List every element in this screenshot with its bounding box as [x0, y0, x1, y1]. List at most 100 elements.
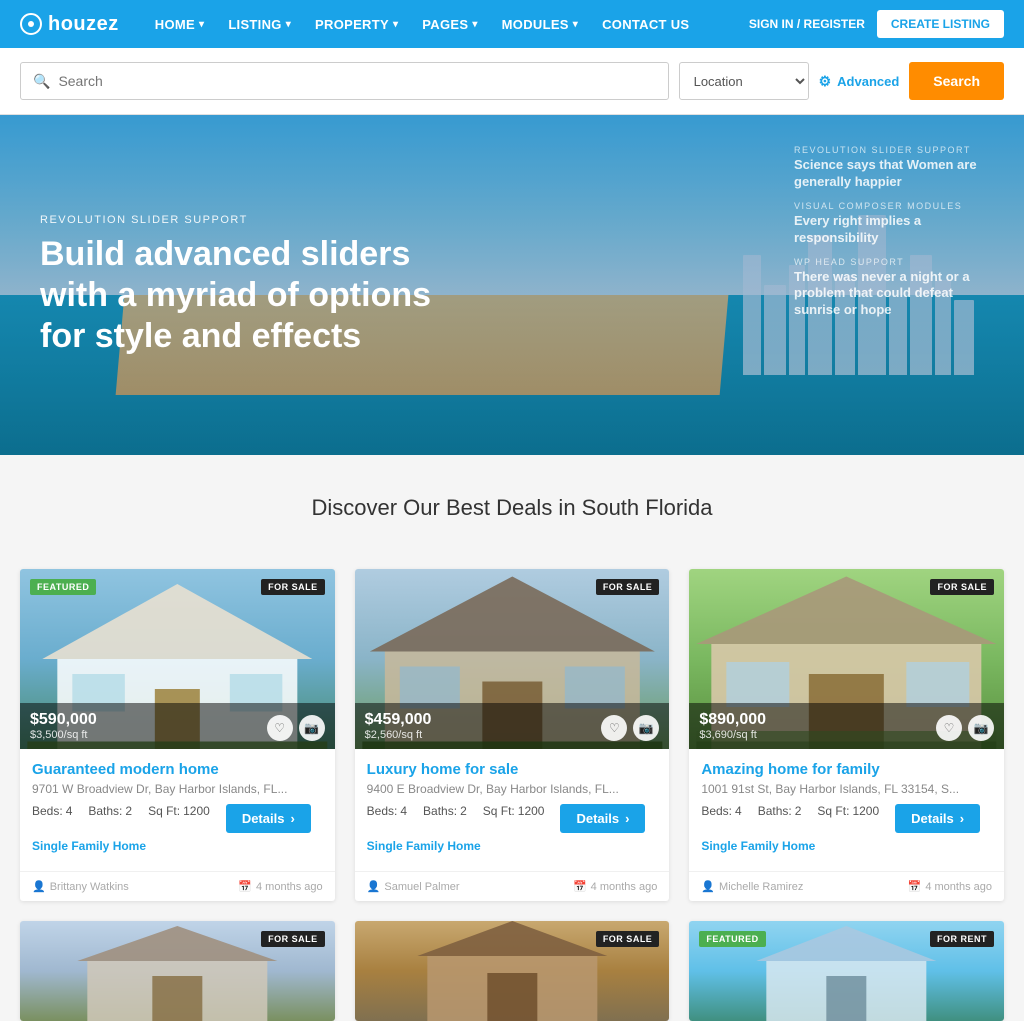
property-card-5: FOR SALE — [355, 921, 670, 1021]
hero-side-card-3: WP HEAD SUPPORT There was never a night … — [794, 257, 994, 320]
chevron-down-icon: ▾ — [199, 19, 204, 30]
section-header: Discover Our Best Deals in South Florida — [0, 455, 1024, 569]
nav-right: SIGN IN / REGISTER CREATE LISTING — [749, 10, 1004, 38]
card-title-1[interactable]: Guaranteed modern home — [32, 761, 323, 778]
beds-spec-2: Beds: 4 — [367, 804, 407, 833]
create-listing-button[interactable]: CREATE LISTING — [877, 10, 1004, 38]
nav-item-listing[interactable]: LISTING ▾ — [216, 0, 303, 48]
card-body-1: Guaranteed modern home 9701 W Broadview … — [20, 749, 335, 871]
location-select[interactable]: Location — [679, 62, 809, 100]
card-title-3[interactable]: Amazing home for family — [701, 761, 992, 778]
details-button-1[interactable]: Details › — [226, 804, 311, 833]
beds-spec-3: Beds: 4 — [701, 804, 741, 833]
camera-icon-2[interactable]: 📷 — [633, 715, 659, 741]
agent-2: 👤 Samuel Palmer — [367, 880, 460, 893]
property-card-6: FEATURED FOR RENT — [689, 921, 1004, 1021]
brand-name: houzez — [48, 13, 119, 36]
card-actions-2: ♡ 📷 — [601, 715, 659, 741]
card-title-2[interactable]: Luxury home for sale — [367, 761, 658, 778]
arrow-right-icon: › — [960, 811, 964, 826]
hero-subtitle: REVOLUTION SLIDER SUPPORT — [40, 214, 460, 226]
card-address-1: 9701 W Broadview Dr, Bay Harbor Islands,… — [32, 782, 323, 796]
property-card-1: FEATURED FOR SALE $590,000 $3,500/sq ft … — [20, 569, 335, 901]
card-image-4: FOR SALE — [20, 921, 335, 1021]
card-image-2: FOR SALE $459,000 $2,560/sq ft ♡ 📷 — [355, 569, 670, 749]
card-meta-1: 👤 Brittany Watkins 📅 4 months ago — [20, 871, 335, 901]
property-grid-bottom: FOR SALE FOR SALE FEATUR — [0, 921, 1024, 1021]
arrow-right-icon: › — [625, 811, 629, 826]
card-actions-3: ♡ 📷 — [936, 715, 994, 741]
time-2: 📅 4 months ago — [573, 880, 657, 893]
card-meta-3: 👤 Michelle Ramirez 📅 4 months ago — [689, 871, 1004, 901]
baths-spec-1: Baths: 2 — [88, 804, 132, 833]
favorite-icon-2[interactable]: ♡ — [601, 715, 627, 741]
chevron-down-icon: ▾ — [573, 19, 578, 30]
details-button-3[interactable]: Details › — [895, 804, 980, 833]
card-image-5: FOR SALE — [355, 921, 670, 1021]
person-icon-2: 👤 — [367, 880, 381, 893]
property-card-3: FOR SALE $890,000 $3,690/sq ft ♡ 📷 Amazi… — [689, 569, 1004, 901]
sqft-spec-1: Sq Ft: 1200 — [148, 804, 210, 833]
nav-item-home[interactable]: HOME ▾ — [143, 0, 217, 48]
search-icon: 🔍 — [33, 73, 50, 90]
card-body-3: Amazing home for family 1001 91st St, Ba… — [689, 749, 1004, 871]
card-type-3: Single Family Home — [701, 839, 992, 853]
card-body-2: Luxury home for sale 9400 E Broadview Dr… — [355, 749, 670, 871]
agent-1: 👤 Brittany Watkins — [32, 880, 129, 893]
advanced-button[interactable]: ⚙ Advanced — [819, 73, 900, 90]
card-address-3: 1001 91st St, Bay Harbor Islands, FL 331… — [701, 782, 992, 796]
camera-icon-3[interactable]: 📷 — [968, 715, 994, 741]
card-image-6: FEATURED FOR RENT — [689, 921, 1004, 1021]
gear-icon: ⚙ — [819, 73, 832, 90]
rent-badge-6: FOR RENT — [930, 931, 994, 947]
search-button[interactable]: Search — [909, 62, 1004, 100]
camera-icon-1[interactable]: 📷 — [299, 715, 325, 741]
calendar-icon-1: 📅 — [238, 880, 252, 893]
hero-side-card-2: VISUAL COMPOSER MODULES Every right impl… — [794, 201, 994, 247]
agent-3: 👤 Michelle Ramirez — [701, 880, 803, 893]
nav-item-modules[interactable]: MODULES ▾ — [490, 0, 590, 48]
favorite-icon-3[interactable]: ♡ — [936, 715, 962, 741]
signin-link[interactable]: SIGN IN / REGISTER — [749, 17, 865, 31]
nav-item-contact[interactable]: CONTACT US — [590, 0, 701, 48]
card-image-1: FEATURED FOR SALE $590,000 $3,500/sq ft … — [20, 569, 335, 749]
favorite-icon-1[interactable]: ♡ — [267, 715, 293, 741]
card-specs-2: Beds: 4 Baths: 2 Sq Ft: 1200 Details › — [367, 804, 658, 833]
sale-badge-1: FOR SALE — [261, 579, 325, 595]
person-icon-1: 👤 — [32, 880, 46, 893]
nav-links: HOME ▾ LISTING ▾ PROPERTY ▾ PAGES ▾ MODU… — [143, 0, 749, 48]
chevron-down-icon: ▾ — [472, 19, 477, 30]
time-3: 📅 4 months ago — [908, 880, 992, 893]
navbar: houzez HOME ▾ LISTING ▾ PROPERTY ▾ PAGES… — [0, 0, 1024, 48]
baths-spec-3: Baths: 2 — [758, 804, 802, 833]
card-specs-3: Beds: 4 Baths: 2 Sq Ft: 1200 Details › — [701, 804, 992, 833]
property-card-2: FOR SALE $459,000 $2,560/sq ft ♡ 📷 Luxur… — [355, 569, 670, 901]
details-button-2[interactable]: Details › — [560, 804, 645, 833]
chevron-down-icon: ▾ — [286, 19, 291, 30]
section-title: Discover Our Best Deals in South Florida — [20, 495, 1004, 521]
card-specs-1: Beds: 4 Baths: 2 Sq Ft: 1200 Details › — [32, 804, 323, 833]
search-input[interactable] — [58, 73, 655, 89]
hero-side-card-1: REVOLUTION SLIDER SUPPORT Science says t… — [794, 145, 994, 191]
baths-spec-2: Baths: 2 — [423, 804, 467, 833]
featured-badge-6: FEATURED — [699, 931, 765, 947]
calendar-icon-2: 📅 — [573, 880, 587, 893]
search-input-wrapper: 🔍 — [20, 62, 669, 100]
arrow-right-icon: › — [290, 811, 294, 826]
calendar-icon-3: 📅 — [908, 880, 922, 893]
person-icon-3: 👤 — [701, 880, 715, 893]
hero-content: REVOLUTION SLIDER SUPPORT Build advanced… — [40, 214, 460, 356]
brand-logo[interactable]: houzez — [20, 13, 119, 36]
sale-badge-4: FOR SALE — [261, 931, 325, 947]
sqft-spec-3: Sq Ft: 1200 — [817, 804, 879, 833]
chevron-down-icon: ▾ — [393, 19, 398, 30]
card-meta-2: 👤 Samuel Palmer 📅 4 months ago — [355, 871, 670, 901]
card-image-3: FOR SALE $890,000 $3,690/sq ft ♡ 📷 — [689, 569, 1004, 749]
featured-badge-1: FEATURED — [30, 579, 96, 595]
hero-banner: REVOLUTION SLIDER SUPPORT Build advanced… — [0, 115, 1024, 455]
nav-item-pages[interactable]: PAGES ▾ — [410, 0, 489, 48]
hero-title: Build advanced sliders with a myriad of … — [40, 234, 460, 356]
hero-side-cards: REVOLUTION SLIDER SUPPORT Science says t… — [794, 145, 994, 319]
nav-item-property[interactable]: PROPERTY ▾ — [303, 0, 410, 48]
property-card-4: FOR SALE — [20, 921, 335, 1021]
